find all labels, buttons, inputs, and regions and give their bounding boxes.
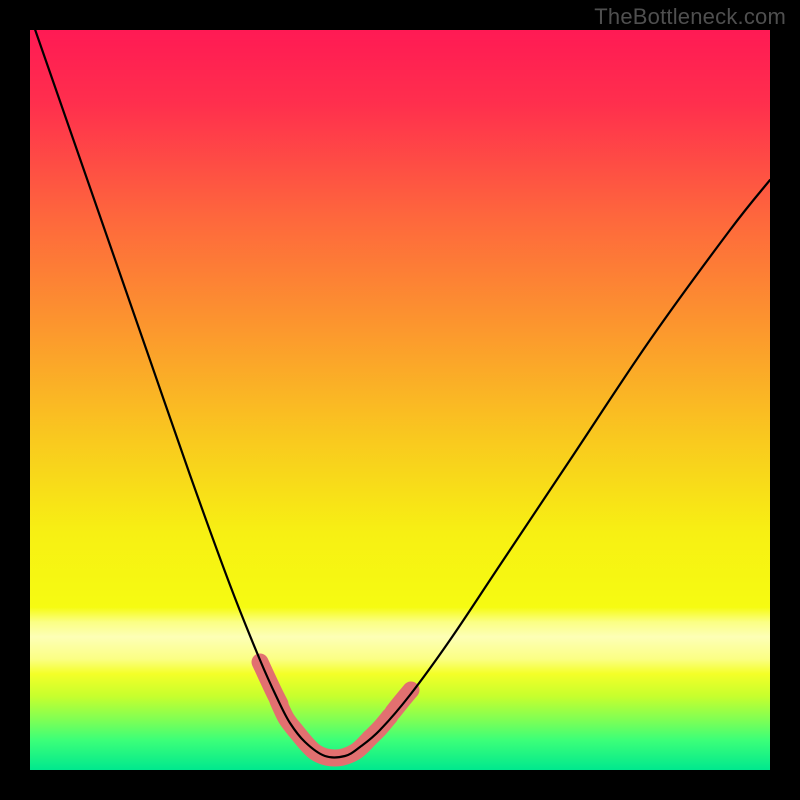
bottleneck-curve <box>30 30 770 757</box>
watermark-text: TheBottleneck.com <box>594 4 786 30</box>
chart-svg <box>30 30 770 770</box>
curve-layer <box>30 30 770 757</box>
highlight-segment-3 <box>370 716 390 738</box>
chart-frame <box>30 30 770 770</box>
highlight-segment-4 <box>393 690 411 712</box>
